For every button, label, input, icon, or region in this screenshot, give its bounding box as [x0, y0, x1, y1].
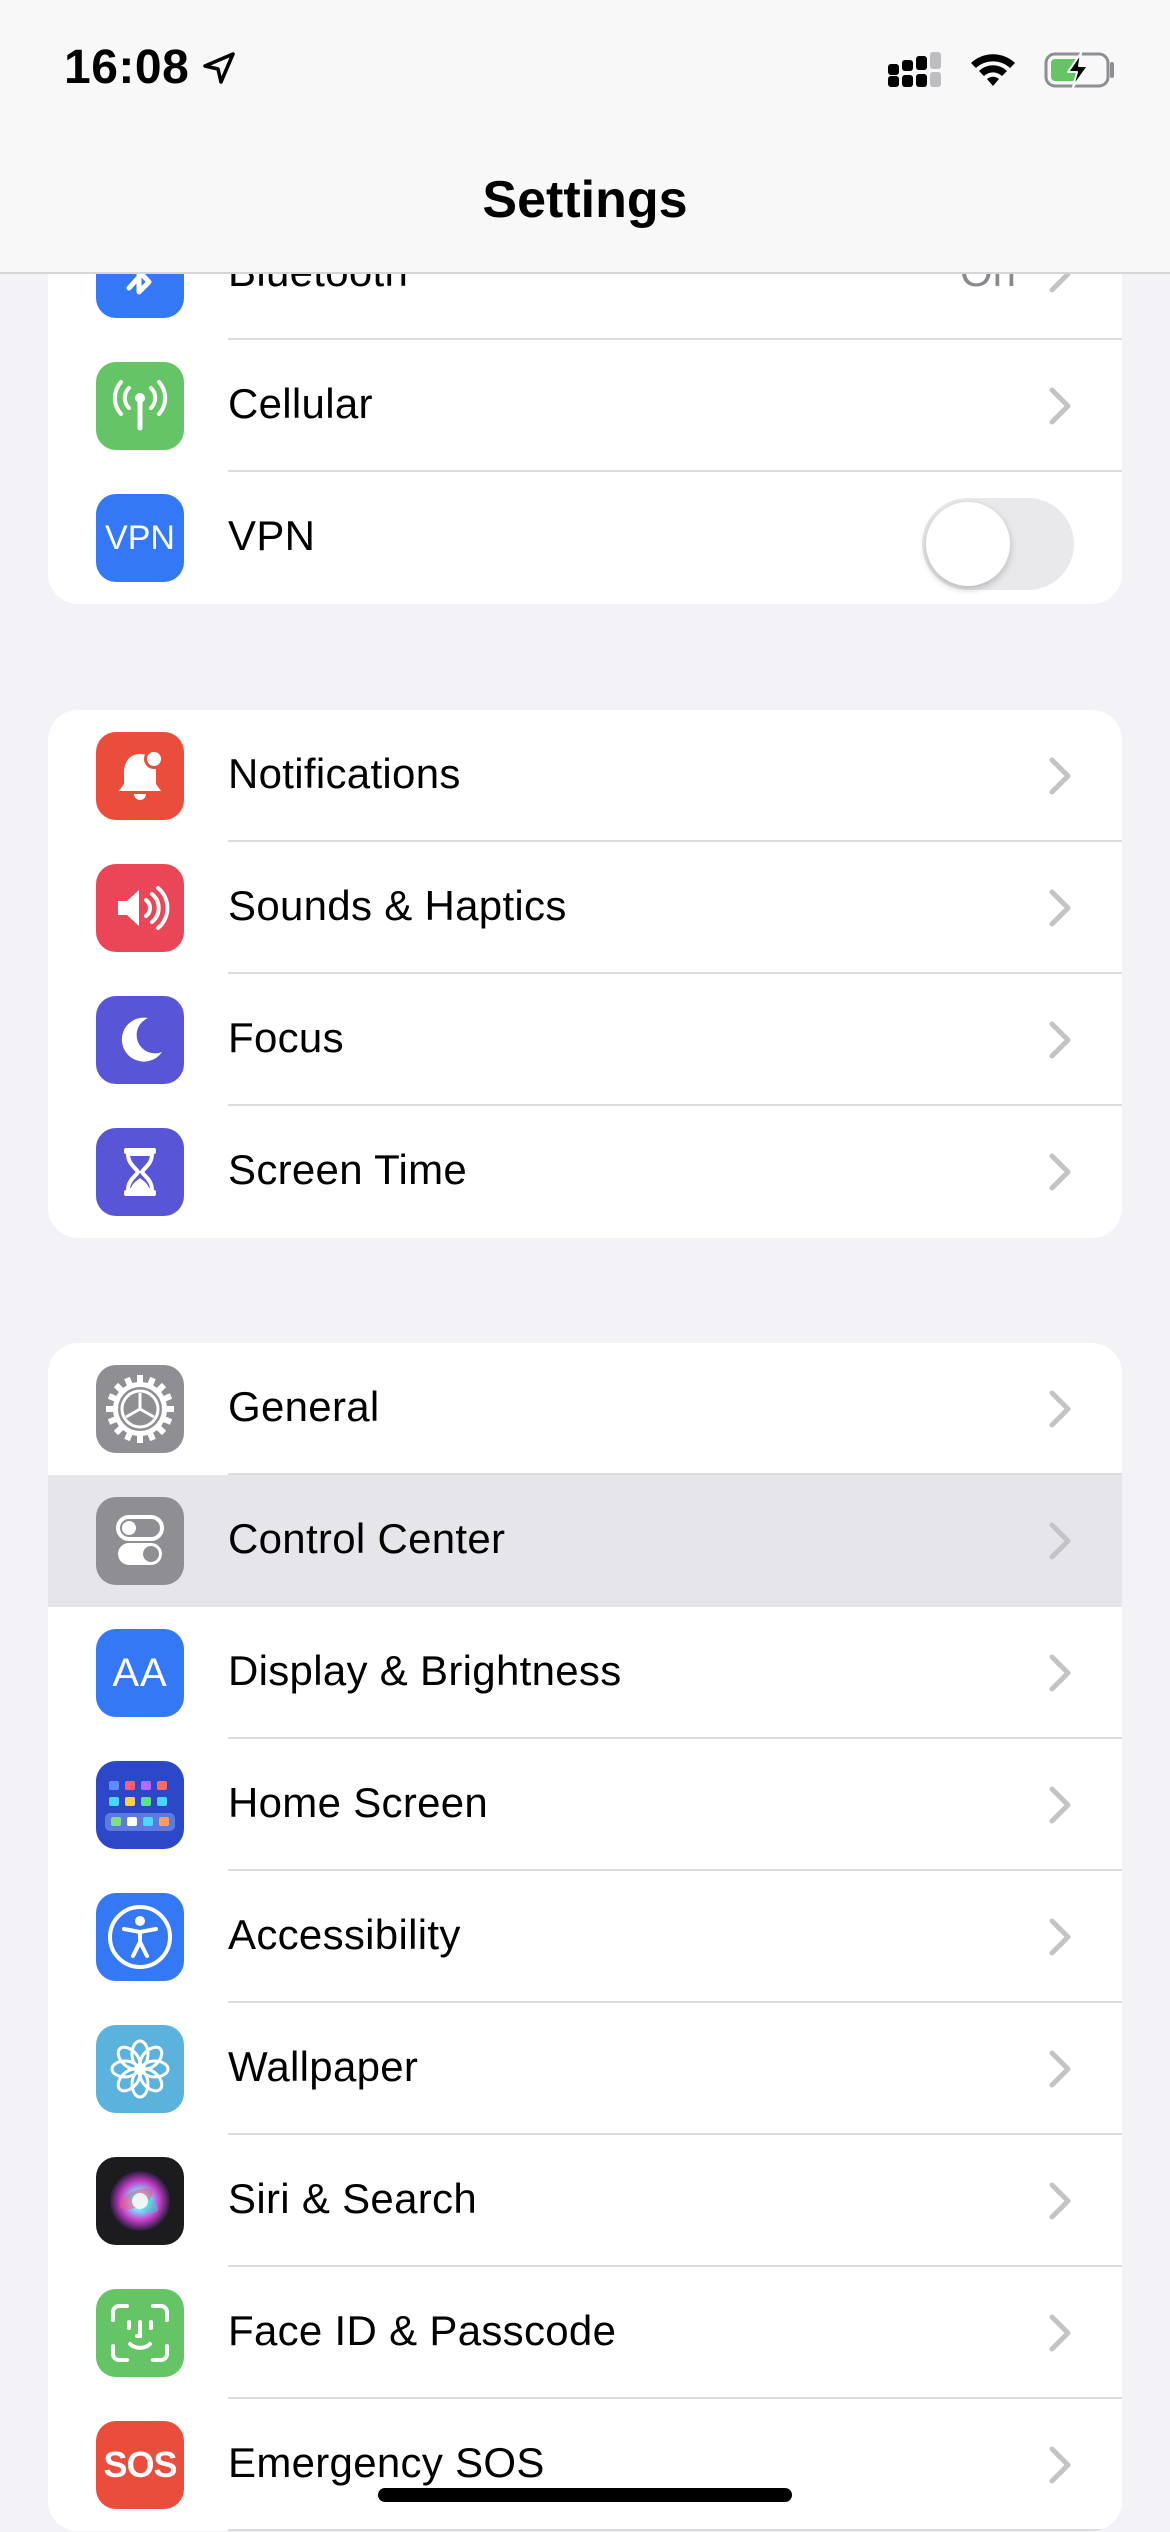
- chevron-right-icon: [1049, 1918, 1071, 1956]
- row-label: Face ID & Passcode: [228, 2307, 617, 2354]
- home-indicator[interactable]: [378, 2488, 792, 2502]
- face-id-icon: [96, 2289, 184, 2377]
- chevron-right-icon: [1049, 1390, 1071, 1428]
- chevron-right-icon: [1049, 2050, 1071, 2088]
- cellular-signal-icon: [888, 52, 941, 87]
- row-general[interactable]: General: [48, 1343, 1122, 1475]
- text-size-icon: AA: [96, 1629, 184, 1717]
- chevron-right-icon: [1049, 1153, 1071, 1191]
- row-control-center[interactable]: Control Center: [48, 1475, 1122, 1607]
- chevron-right-icon: [1049, 2314, 1071, 2352]
- chevron-right-icon: [1049, 2446, 1071, 2484]
- general-group: General Control Center AA Display & Brig…: [48, 1343, 1122, 2531]
- gear-icon: [96, 1365, 184, 1453]
- row-label: Wallpaper: [228, 2043, 419, 2090]
- row-emergency-sos[interactable]: SOS Emergency SOS: [48, 2399, 1122, 2531]
- antenna-icon: [96, 362, 184, 450]
- app-grid-icon: [96, 1761, 184, 1849]
- row-focus[interactable]: Focus: [48, 974, 1122, 1106]
- row-vpn[interactable]: VPN VPN: [48, 472, 1122, 604]
- sos-icon-text: SOS: [103, 2444, 177, 2485]
- row-label: Focus: [228, 1014, 344, 1061]
- accessibility-icon: [96, 1893, 184, 1981]
- switches-icon: [96, 1497, 184, 1585]
- row-face-id[interactable]: Face ID & Passcode: [48, 2267, 1122, 2399]
- row-display-brightness[interactable]: AA Display & Brightness: [48, 1607, 1122, 1739]
- row-home-screen[interactable]: Home Screen: [48, 1739, 1122, 1871]
- chevron-right-icon: [1049, 1522, 1071, 1560]
- row-label: Sounds & Haptics: [228, 882, 567, 929]
- chevron-right-icon: [1049, 1654, 1071, 1692]
- chevron-right-icon: [1049, 2182, 1071, 2220]
- row-label: Emergency SOS: [228, 2439, 545, 2486]
- page-title: Settings: [482, 171, 688, 229]
- navigation-bar: 16:08 Settings: [0, 0, 1170, 274]
- row-siri-search[interactable]: Siri & Search: [48, 2135, 1122, 2267]
- row-label: Display & Brightness: [228, 1647, 622, 1694]
- row-label: Control Center: [228, 1515, 506, 1562]
- chevron-right-icon: [1049, 757, 1071, 795]
- chevron-right-icon: [1049, 1021, 1071, 1059]
- row-label: VPN: [228, 512, 316, 559]
- settings-list[interactable]: Bluetooth On Cellular VPN: [0, 0, 1170, 2532]
- vpn-icon: VPN: [96, 494, 184, 582]
- location-arrow-icon: [203, 51, 236, 84]
- row-notifications[interactable]: Notifications: [48, 710, 1122, 842]
- row-label: Notifications: [228, 750, 461, 797]
- status-time-text: 16:08: [64, 41, 190, 94]
- chevron-right-icon: [1049, 889, 1071, 927]
- row-label: Home Screen: [228, 1779, 489, 1826]
- sos-icon: SOS: [96, 2421, 184, 2509]
- text-size-icon-text: AA: [112, 1650, 168, 1695]
- speaker-icon: [96, 864, 184, 952]
- row-accessibility[interactable]: Accessibility: [48, 1871, 1122, 2003]
- status-time: 16:08: [64, 40, 237, 95]
- row-label: Siri & Search: [228, 2175, 477, 2222]
- row-sounds-haptics[interactable]: Sounds & Haptics: [48, 842, 1122, 974]
- flower-icon: [96, 2025, 184, 2113]
- row-label: Screen Time: [228, 1146, 468, 1193]
- row-label: General: [228, 1383, 380, 1430]
- vpn-icon-text: VPN: [105, 518, 175, 557]
- vpn-toggle[interactable]: [922, 498, 1074, 590]
- chevron-right-icon: [1049, 1786, 1071, 1824]
- battery-charging-icon: [1044, 52, 1114, 88]
- row-label: Accessibility: [228, 1911, 461, 1958]
- hourglass-icon: [96, 1128, 184, 1216]
- row-label: Cellular: [228, 380, 373, 427]
- moon-icon: [96, 996, 184, 1084]
- notifications-group: Notifications Sounds & Haptics Focus Scr…: [48, 710, 1122, 1238]
- row-screen-time[interactable]: Screen Time: [48, 1106, 1122, 1238]
- status-icons: [886, 50, 1118, 90]
- siri-icon: [96, 2157, 184, 2245]
- wifi-icon: [971, 54, 1015, 86]
- chevron-right-icon: [1049, 387, 1071, 425]
- row-cellular[interactable]: Cellular: [48, 340, 1122, 472]
- bell-icon: [96, 732, 184, 820]
- row-wallpaper[interactable]: Wallpaper: [48, 2003, 1122, 2135]
